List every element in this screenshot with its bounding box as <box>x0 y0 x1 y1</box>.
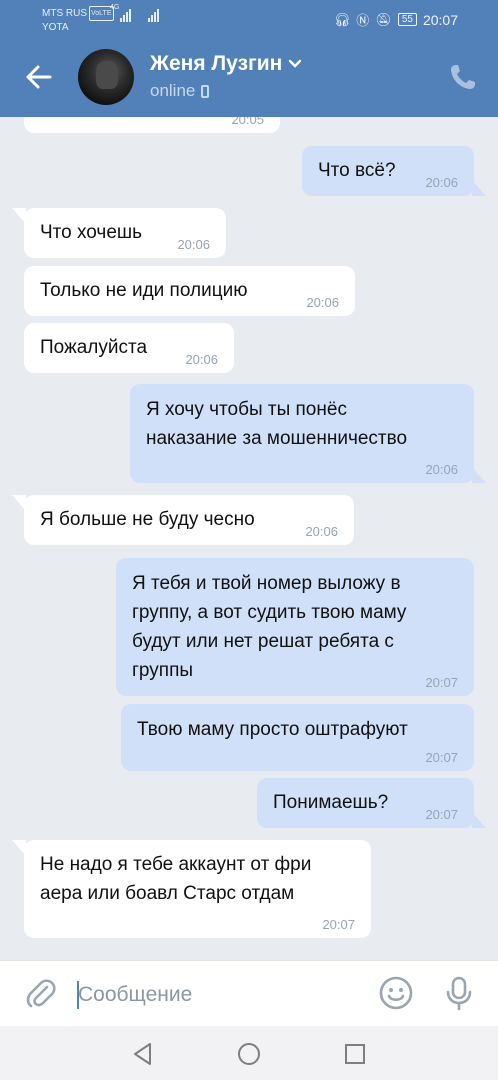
top-bar: MTS RUS VoLTE YOTA 4G 🎧︎ Ⓝ 🔕︎ 55 20:07 Же… <box>0 0 498 117</box>
triangle-back-icon[interactable] <box>129 1040 157 1068</box>
message-time: 20:05 <box>231 117 264 127</box>
arrow-left-icon[interactable] <box>22 60 56 94</box>
status-right: 🎧︎ Ⓝ 🔕︎ 55 20:07 <box>334 10 458 29</box>
nfc-icon: Ⓝ <box>356 13 370 28</box>
message-text: Пожалуйста <box>40 337 148 358</box>
message-time: 20:07 <box>322 917 355 932</box>
message-time: 20:07 <box>425 750 458 765</box>
signal-icon: 4G <box>110 4 131 22</box>
network-type: 4G <box>110 4 120 11</box>
message-time: 20:07 <box>425 675 458 690</box>
message-text: Понимаешь? <box>273 792 389 813</box>
message-bubble[interactable]: Я хочу чтобы ты понёс наказание за мошен… <box>130 384 486 483</box>
mobile-icon <box>201 84 210 98</box>
message-bubble[interactable]: Пожалуйста 20:06 <box>24 323 234 373</box>
message-bubble[interactable]: Что хочешь 20:06 <box>12 208 226 258</box>
message-text: Я больше не буду чесно <box>40 509 255 530</box>
status-time: 20:07 <box>422 11 458 28</box>
message-list[interactable]: 20:05 Что всё? 20:06 Что хочешь 20:06 То… <box>0 117 498 960</box>
contact-name[interactable]: Женя Лузгин <box>150 52 302 76</box>
message-bubble[interactable]: Что всё? 20:06 <box>302 146 486 196</box>
composer: Сообщение <box>0 960 498 1026</box>
avatar[interactable] <box>78 49 134 105</box>
mute-icon: 🔕︎ <box>375 11 392 27</box>
message-time: 20:06 <box>425 462 458 477</box>
square-recents-icon[interactable] <box>341 1040 369 1068</box>
message-time: 20:06 <box>177 237 210 252</box>
presence-text: online <box>150 81 196 100</box>
message-text: Не надо я тебе аккаунт от фри аера или б… <box>40 854 312 904</box>
message-time: 20:06 <box>185 352 218 367</box>
message-text: Только не иди полицию <box>40 280 248 301</box>
message-text: Что всё? <box>318 160 396 181</box>
message-time: 20:06 <box>306 295 339 310</box>
message-text: Я хочу чтобы ты понёс наказание за мошен… <box>146 399 408 449</box>
message-bubble[interactable]: Я больше не буду чесно 20:06 <box>12 495 354 545</box>
message-text: Твою маму просто оштрафуют <box>137 719 408 740</box>
message-time: 20:06 <box>305 524 338 539</box>
carrier-2: YOTA <box>42 22 69 33</box>
text-caret <box>77 981 79 1009</box>
message-time: 20:06 <box>425 175 458 190</box>
chevron-down-icon <box>289 59 302 68</box>
carrier-info: MTS RUS VoLTE YOTA <box>42 6 114 34</box>
message-bubble[interactable]: Твою маму просто оштрафуют 20:07 <box>121 704 474 771</box>
phone-icon[interactable] <box>448 62 478 92</box>
message-bubble[interactable]: Не надо я тебе аккаунт от фри аера или б… <box>12 840 371 938</box>
circle-home-icon[interactable] <box>235 1040 263 1068</box>
status-bar: MTS RUS VoLTE YOTA 4G 🎧︎ Ⓝ 🔕︎ 55 20:07 <box>0 0 498 38</box>
message-input-placeholder: Сообщение <box>78 983 193 1006</box>
message-text: Что хочешь <box>40 222 143 243</box>
chat-header: Женя Лузгин online <box>0 38 498 117</box>
battery-icon: 55 <box>397 13 417 26</box>
message-bubble[interactable]: Я тебя и твой номер выложу в группу, а в… <box>116 558 474 696</box>
system-nav-bar <box>0 1026 498 1080</box>
contact-name-text: Женя Лузгин <box>150 52 283 75</box>
message-time: 20:07 <box>425 807 458 822</box>
carrier-1: MTS RUS <box>42 8 87 19</box>
message-input[interactable]: Сообщение <box>77 975 358 1015</box>
message-bubble[interactable]: Понимаешь? 20:07 <box>257 778 486 828</box>
message-bubble[interactable]: Только не иди полицию 20:06 <box>24 266 355 316</box>
microphone-icon[interactable] <box>442 975 476 1011</box>
signal-icon-2 <box>146 8 164 22</box>
paperclip-icon[interactable] <box>24 977 58 1011</box>
presence: online <box>150 81 210 101</box>
smiley-icon[interactable] <box>378 975 414 1011</box>
message-text: Я тебя и твой номер выложу в группу, а в… <box>132 573 407 681</box>
message-bubble[interactable]: 20:05 <box>24 117 280 133</box>
headset-icon: 🎧︎ <box>333 11 351 27</box>
